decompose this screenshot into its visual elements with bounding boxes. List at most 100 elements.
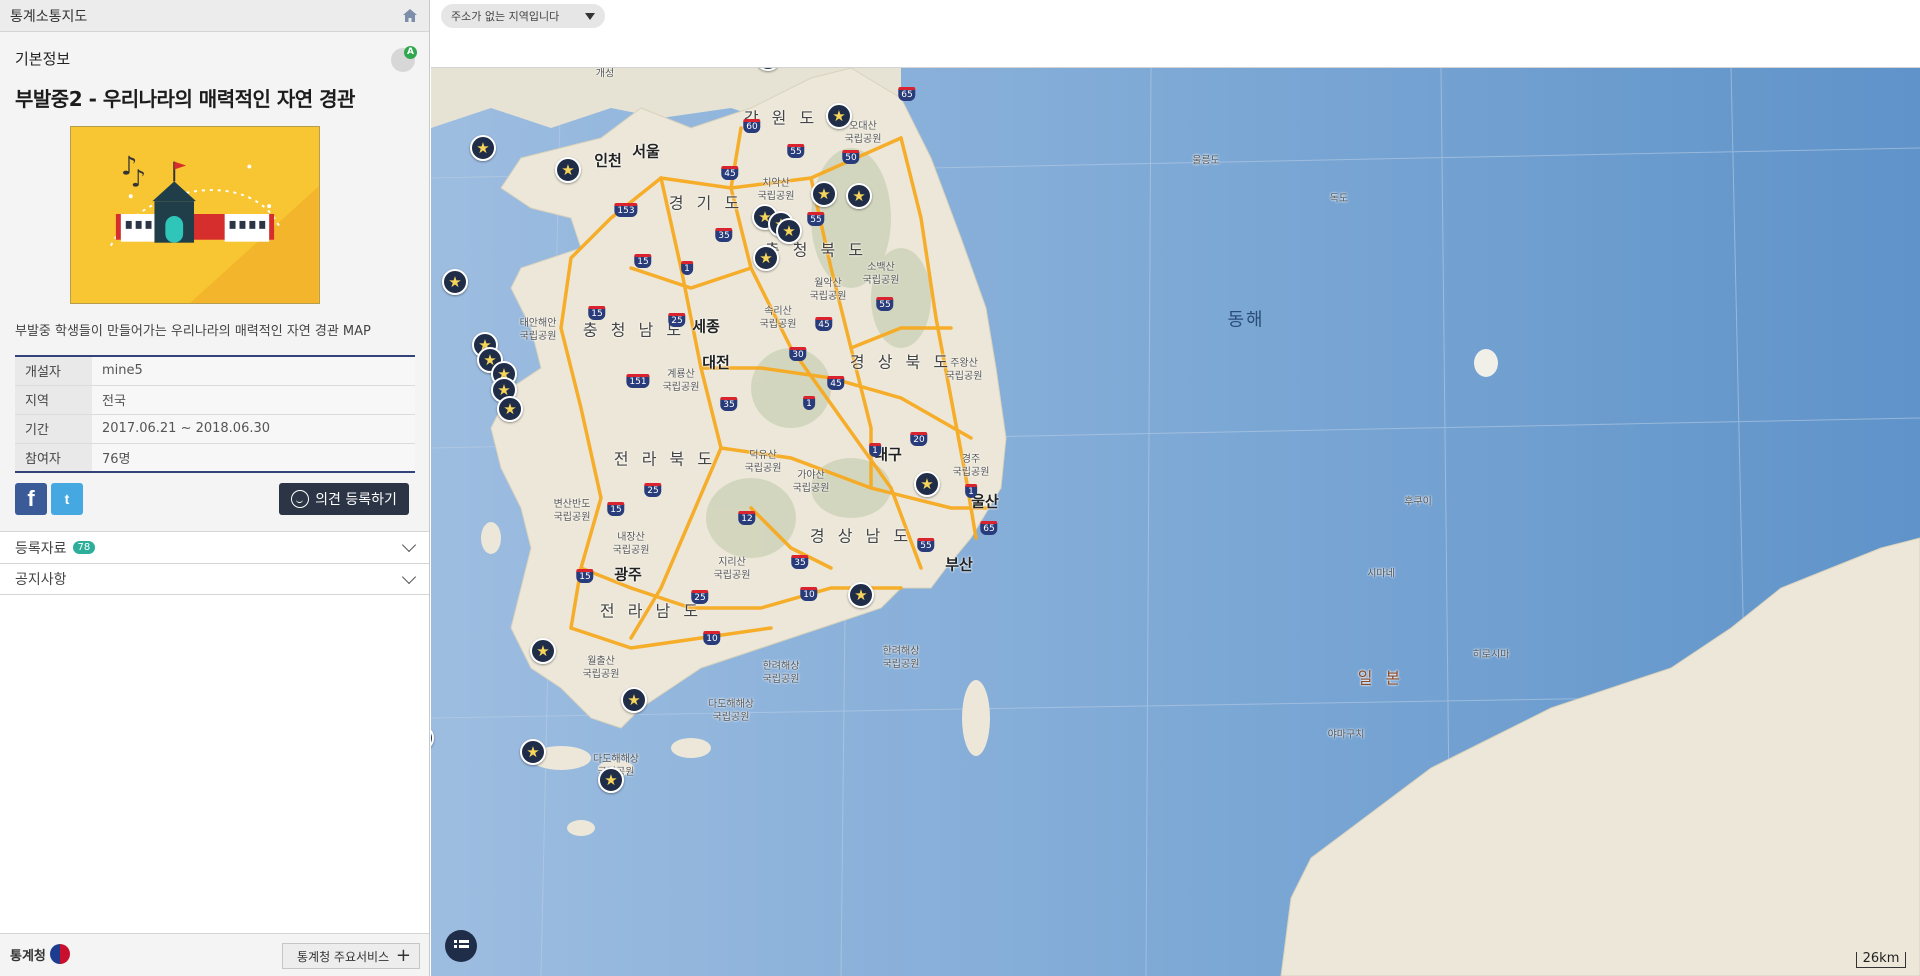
highway-shield: 30 [789,347,807,361]
map-marker[interactable] [520,739,546,765]
chevron-down-icon [401,569,417,584]
highway-shield: 151 [626,374,650,388]
highway-shield: 65 [898,87,916,101]
panel-empty-area [0,595,429,933]
app-title: 통계소통지도 [10,8,88,25]
map-label-gyeryongsan: 계룡산 국립공원 [662,369,700,393]
map-label-chungbuk: 충 청 북 도 [764,240,868,260]
info-row-participants: 참여자 76명 [15,443,415,472]
twitter-icon[interactable]: t [51,483,83,515]
highway-shield: 60 [743,119,761,133]
highway-shield: 25 [644,483,662,497]
info-key: 지역 [15,385,92,415]
highway-shield: 25 [668,313,686,327]
map-marker[interactable] [848,582,874,608]
map-label-byeonsanbando: 변산반도 국립공원 [553,499,591,523]
highway-shield: 15 [634,254,652,268]
map-label-gyeongju: 경주 국립공원 [952,454,990,478]
kostat-service-label: 통계청 주요서비스 [297,949,390,964]
map-marker[interactable] [530,638,556,664]
highway-shield: 35 [791,555,809,569]
map-marker[interactable] [621,687,647,713]
highway-shield: 20 [910,432,928,446]
map-marker[interactable] [914,471,940,497]
map-label-juwangsan: 주왕산 국립공원 [945,358,983,382]
map-label-gaeseong: 개성 [595,68,615,80]
highway-shield: 45 [815,317,833,331]
legend-toggle-button[interactable] [445,930,477,962]
map-label-chiaksan: 치악산 국립공원 [757,178,795,202]
map-marker[interactable] [826,103,852,129]
map-label-wolchulsan: 월출산 국립공원 [582,656,620,680]
home-icon[interactable] [401,7,419,25]
highway-shield: 45 [721,166,739,180]
map-label-shimane: 시마네 [1367,568,1395,580]
info-value: 2017.06.21 ~ 2018.06.30 [92,414,415,444]
map-label-dadohaehaesang-1: 다도해해상 국립공원 [708,699,754,723]
info-row-creator: 개설자 mine5 [15,356,415,386]
highway-shield: 10 [800,587,818,601]
accordion-registered-label: 등록자료 [15,540,67,557]
share-row: f t 의견 등록하기 [15,483,414,515]
info-row-region: 지역 전국 [15,385,415,415]
avatar-badge-letter: A [404,46,417,59]
map-label-jeonnam: 전 라 남 도 [599,601,703,621]
highway-shield: 1 [869,443,881,457]
map-marker[interactable] [811,181,837,207]
map-thumbnail-image: ♪ ♪ [70,126,320,304]
avatar[interactable]: A [391,46,417,72]
map-marker[interactable] [753,245,779,271]
map-label-seoul: 서울 [632,142,660,161]
highway-shield: 12 [738,511,756,525]
info-key: 참여자 [15,443,92,472]
info-value: 76명 [92,443,415,472]
map-label-deogyusan: 덕유산 국립공원 [744,450,782,474]
info-value: 전국 [92,385,415,415]
map-marker[interactable] [555,157,581,183]
register-opinion-button[interactable]: 의견 등록하기 [279,483,409,515]
info-value: mine5 [92,356,415,386]
left-panel: 통계소통지도 기본정보 A 부발중2 - 우리나라의 매력적인 자연 경관 ♪ … [0,0,430,976]
map-label-hallyeohaesang-2: 한려해상 국립공원 [762,661,800,685]
basic-info-section: 기본정보 A 부발중2 - 우리나라의 매력적인 자연 경관 [0,32,429,112]
accordion-registered-data[interactable]: 등록자료 78 [0,531,429,563]
accordion-notice[interactable]: 공지사항 [0,563,429,595]
highway-shield: 35 [720,397,738,411]
highway-shield: 1 [681,261,693,275]
app-root: 통계소통지도 기본정보 A 부발중2 - 우리나라의 매력적인 자연 경관 ♪ … [0,0,1920,976]
map-marker[interactable] [776,218,802,244]
kostat-logo[interactable]: 통계청 [10,944,70,964]
map-marker[interactable] [442,269,468,295]
map-label-hallyeohaesang-1: 한려해상 국립공원 [882,646,920,670]
highway-shield: 55 [917,538,935,552]
panel-header: 통계소통지도 [0,0,429,32]
map-background [431,68,1920,976]
highway-shield: 55 [807,212,825,226]
accordion-registered-header: 등록자료 78 [15,538,96,558]
caret-down-icon [585,13,595,20]
map-description: 부발중 학생들이 만들어가는 우리나라의 매력적인 자연 경관 MAP [15,324,371,339]
map-marker[interactable] [846,183,872,209]
smile-icon [291,490,310,508]
info-table: 개설자 mine5 지역 전국 기간 2017.06.21 ~ 2018.06.30 … [15,355,415,473]
map-marker[interactable] [470,135,496,161]
map-label-gyeongnam: 경 상 남 도 [809,526,913,546]
info-key: 개설자 [15,356,92,386]
map-label-hiroshima: 히로시마 [1472,649,1510,661]
facebook-icon[interactable]: f [15,483,47,515]
map-canvas[interactable]: 개성 강 원 도 오대산 국립공원 서울 인천 울릉도 독도 경 기 도 치악산 국… [431,68,1920,976]
map-label-japan: 일 본 [1357,668,1405,688]
map-label-yamaguchi: 야마구치 [1327,729,1365,741]
map-label-ulsan: 울산 [971,492,999,511]
highway-shield: 10 [703,631,721,645]
map-marker[interactable] [598,767,624,793]
info-key: 기간 [15,414,92,444]
address-dropdown[interactable]: 주소가 없는 지역입니다 [441,4,605,28]
map-marker[interactable] [497,396,523,422]
accordion-notice-label: 공지사항 [15,572,67,588]
kostat-service-button[interactable]: 통계청 주요서비스 + [282,943,420,969]
highway-shield: 1 [965,484,977,498]
map-label-sejong: 세종 [692,317,720,336]
map-label-sobaeksan: 소백산 국립공원 [862,262,900,286]
map-label-jirisan: 지리산 국립공원 [713,557,751,581]
